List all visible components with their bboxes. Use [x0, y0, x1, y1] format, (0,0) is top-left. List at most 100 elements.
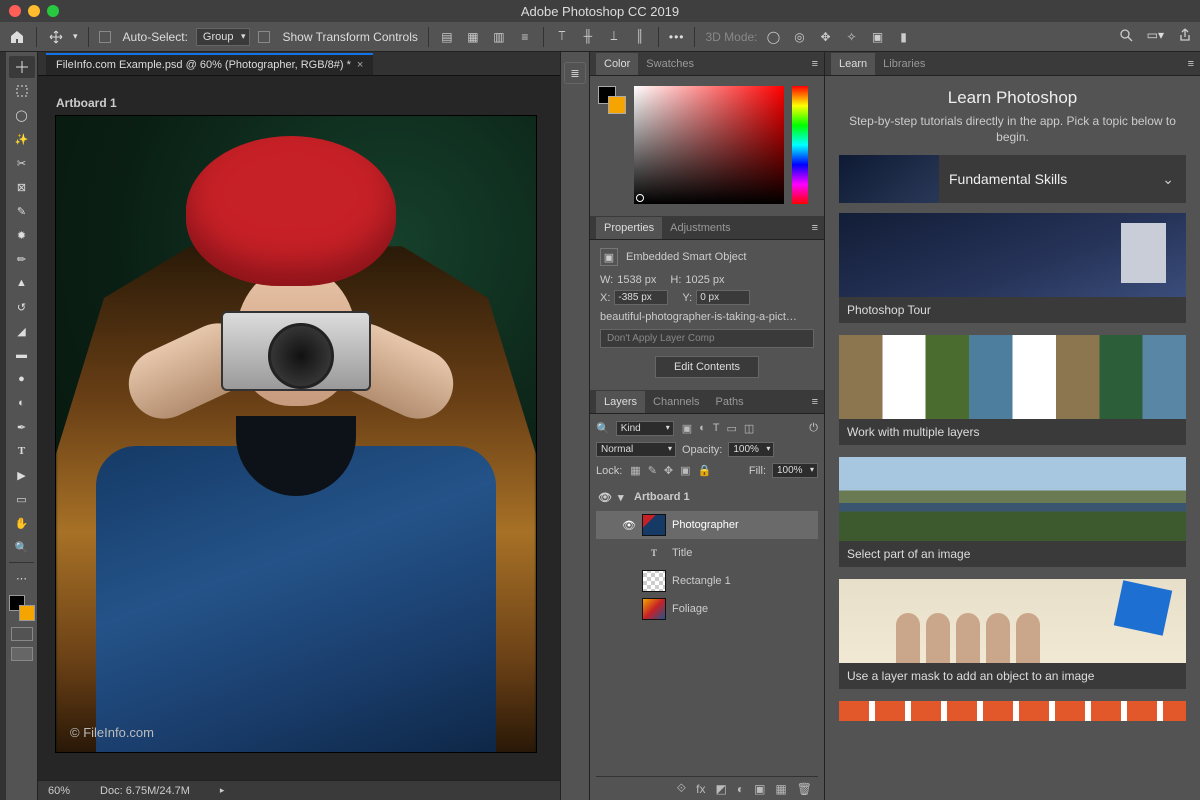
close-window-icon[interactable] — [9, 5, 21, 17]
search-icon[interactable] — [1119, 28, 1133, 45]
align-vcenter-icon[interactable]: ╫ — [580, 29, 596, 44]
color-fgbg-swatch[interactable] — [598, 86, 626, 114]
tab-paths[interactable]: Paths — [708, 391, 752, 413]
show-transform-checkbox[interactable] — [258, 31, 270, 43]
filter-search-icon[interactable]: 🔍 — [596, 422, 610, 435]
eyedropper-tool[interactable]: ✎ — [9, 200, 35, 222]
x-input[interactable] — [614, 290, 668, 305]
healing-brush-tool[interactable]: ✹ — [9, 224, 35, 246]
dodge-tool[interactable]: ◐ — [9, 392, 35, 414]
layer-title[interactable]: T Title — [596, 539, 818, 567]
edit-toolbar-icon[interactable]: ⋯ — [9, 567, 35, 589]
roll-3d-icon[interactable]: ◎ — [792, 30, 808, 44]
crop-tool[interactable]: ✂ — [9, 152, 35, 174]
filter-type-icon[interactable]: T — [713, 422, 720, 435]
align-bottom-icon[interactable]: ⟘ — [606, 29, 622, 44]
screen-mode-toggle[interactable] — [11, 647, 33, 661]
align-spacer-icon[interactable]: ≡ — [517, 30, 533, 44]
learn-section-fundamental[interactable]: Fundamental Skills ⌄ — [839, 155, 1186, 203]
tutorial-card-tour[interactable]: Photoshop Tour — [839, 213, 1186, 323]
orbit-3d-icon[interactable]: ◯ — [766, 30, 782, 44]
visibility-icon[interactable]: 👁 — [622, 519, 636, 532]
camera-3d-icon[interactable]: ▮ — [896, 30, 912, 44]
lock-image-icon[interactable]: ✎ — [648, 464, 657, 477]
filter-pixel-icon[interactable]: ▣ — [682, 422, 692, 435]
layer-rectangle[interactable]: Rectangle 1 — [596, 567, 818, 595]
lasso-tool[interactable]: ◯ — [9, 104, 35, 126]
tab-libraries[interactable]: Libraries — [875, 53, 933, 75]
panel-menu-icon[interactable]: ≡ — [812, 222, 818, 234]
tab-channels[interactable]: Channels — [645, 391, 707, 413]
chevron-down-icon[interactable]: ▾ — [618, 491, 628, 504]
move-tool-icon[interactable] — [47, 28, 65, 46]
tab-properties[interactable]: Properties — [596, 217, 662, 239]
move-tool[interactable] — [9, 56, 35, 78]
eraser-tool[interactable]: ◢ — [9, 320, 35, 342]
visibility-icon[interactable]: 👁 — [598, 491, 612, 504]
auto-select-checkbox[interactable] — [99, 31, 111, 43]
tutorial-card-mask[interactable]: Use a layer mask to add an object to an … — [839, 579, 1186, 689]
hand-tool[interactable]: ✋ — [9, 512, 35, 534]
tutorial-card-partial[interactable] — [839, 701, 1186, 721]
workspace-switcher-icon[interactable]: ▭▾ — [1147, 28, 1164, 45]
filter-toggle-icon[interactable]: ⏻ — [809, 422, 818, 435]
panel-menu-icon[interactable]: ≡ — [1188, 58, 1194, 70]
fill-input[interactable]: 100% — [772, 463, 818, 478]
layer-foliage[interactable]: Foliage — [596, 595, 818, 623]
document-tab[interactable]: FileInfo.com Example.psd @ 60% (Photogra… — [46, 53, 373, 75]
brush-tool[interactable]: ✏ — [9, 248, 35, 270]
tab-color[interactable]: Color — [596, 53, 638, 75]
fg-bg-swatch[interactable] — [9, 595, 35, 621]
tab-swatches[interactable]: Swatches — [638, 53, 702, 75]
filter-shape-icon[interactable]: ▭ — [727, 422, 737, 435]
scale-3d-icon[interactable]: ▣ — [870, 30, 886, 44]
minimize-window-icon[interactable] — [28, 5, 40, 17]
align-top-icon[interactable]: ⟙ — [554, 29, 570, 44]
share-icon[interactable] — [1178, 28, 1192, 45]
tab-learn[interactable]: Learn — [831, 53, 875, 75]
delete-layer-icon[interactable]: 🗑 — [797, 782, 812, 796]
artboard-canvas[interactable]: © FileInfo.com — [56, 116, 536, 752]
status-chevron-icon[interactable]: ▸ — [220, 785, 225, 796]
lock-transparency-icon[interactable]: ▦ — [630, 464, 640, 477]
adjustment-layer-icon[interactable]: ◐ — [737, 782, 744, 796]
tool-preset-chevron-icon[interactable]: ▾ — [73, 31, 78, 42]
opacity-input[interactable]: 100% — [728, 442, 774, 457]
filter-smart-icon[interactable]: ◫ — [744, 422, 754, 435]
tutorial-card-select[interactable]: Select part of an image — [839, 457, 1186, 567]
align-left-icon[interactable]: ▤ — [439, 30, 455, 44]
zoom-level[interactable]: 60% — [48, 785, 70, 797]
rectangle-tool[interactable]: ▭ — [9, 488, 35, 510]
new-layer-icon[interactable]: ▦ — [775, 782, 786, 796]
blend-mode-dropdown[interactable]: Normal — [596, 442, 676, 457]
marquee-tool[interactable] — [9, 80, 35, 102]
close-tab-icon[interactable]: × — [357, 59, 363, 71]
canvas-viewport[interactable]: Artboard 1 © FileInfo.com — [38, 76, 560, 780]
tab-layers[interactable]: Layers — [596, 391, 645, 413]
path-selection-tool[interactable]: ▶ — [9, 464, 35, 486]
more-options-icon[interactable]: ••• — [669, 30, 685, 44]
auto-select-target-dropdown[interactable]: Group — [196, 28, 251, 46]
align-right-icon[interactable]: ▥ — [491, 30, 507, 44]
frame-tool[interactable]: ⊠ — [9, 176, 35, 198]
lock-all-icon[interactable]: 🔒 — [698, 464, 712, 477]
tab-adjustments[interactable]: Adjustments — [662, 217, 739, 239]
link-layers-icon[interactable]: ⟐ — [677, 781, 686, 796]
type-tool[interactable]: T — [9, 440, 35, 462]
slide-3d-icon[interactable]: ✧ — [844, 30, 860, 44]
layer-comp-dropdown[interactable]: Don't Apply Layer Comp — [600, 329, 814, 348]
history-panel-icon[interactable]: ≣ — [564, 62, 586, 84]
saturation-picker[interactable] — [634, 86, 784, 204]
quick-mask-toggle[interactable] — [11, 627, 33, 641]
layer-photographer[interactable]: 👁 Photographer — [596, 511, 818, 539]
layer-fx-icon[interactable]: fx — [696, 782, 705, 796]
lock-artboard-icon[interactable]: ▣ — [680, 464, 690, 477]
lock-position-icon[interactable]: ✥ — [664, 464, 673, 477]
panel-menu-icon[interactable]: ≡ — [812, 396, 818, 408]
tutorial-card-layers[interactable]: Work with multiple layers — [839, 335, 1186, 445]
zoom-tool[interactable]: 🔍 — [9, 536, 35, 558]
layer-artboard[interactable]: 👁 ▾ Artboard 1 — [596, 483, 818, 511]
zoom-window-icon[interactable] — [47, 5, 59, 17]
edit-contents-button[interactable]: Edit Contents — [655, 356, 759, 378]
pan-3d-icon[interactable]: ✥ — [818, 30, 834, 44]
